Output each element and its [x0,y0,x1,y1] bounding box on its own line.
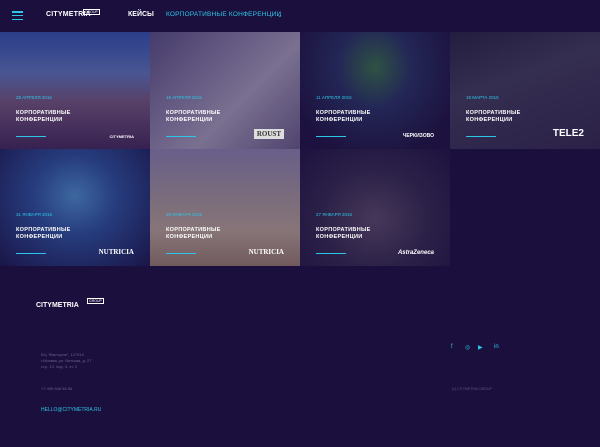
case-brand: TELE2 [552,128,584,139]
copyright: (c) CITYMETRIA GROUP [452,387,492,391]
case-tile[interactable]: 27 ЯНВАРЯ 2015 КОРПОРАТИВНЫЕ КОНФЕРЕНЦИИ… [300,149,450,266]
footer-address: БЦ "Фактория", 127015 г.Москва, ул. Вятс… [41,352,92,369]
case-date: 27 ЯНВАРЯ 2015 [316,212,353,217]
case-date: 31 ЯНВАРЯ 2015 [16,212,53,217]
case-tile[interactable]: 28 ЯНВАРЯ 2015 КОРПОРАТИВНЫЕ КОНФЕРЕНЦИИ… [150,149,300,266]
case-date: 15 АПРЕЛЯ 2015 [166,95,202,100]
case-category: КОРПОРАТИВНЫЕ КОНФЕРЕНЦИИ [316,110,371,123]
case-divider [166,136,196,137]
youtube-icon[interactable]: ▶ [478,344,483,351]
case-brand: AstraZeneca [397,250,434,256]
case-tile[interactable]: 15 АПРЕЛЯ 2015 КОРПОРАТИВНЫЕ КОНФЕРЕНЦИИ… [150,32,300,149]
case-tile[interactable]: 19 МАРТА 2015 КОРПОРАТИВНЫЕ КОНФЕРЕНЦИИ … [450,32,600,149]
case-category: КОРПОРАТИВНЫЕ КОНФЕРЕНЦИИ [166,110,221,123]
case-divider [166,253,196,254]
case-date: 19 МАРТА 2015 [466,95,499,100]
case-divider [316,136,346,137]
case-category: КОРПОРАТИВНЫЕ КОНФЕРЕНЦИИ [316,227,371,240]
case-date: 28 АПРЕЛЯ 2016 [16,95,52,100]
case-brand: NUTRICIA [98,248,134,256]
linkedin-icon[interactable]: in [494,344,499,350]
case-brand: ROUST [253,129,284,139]
footer-email[interactable]: HELLO@CITYMETRIA.RU [41,407,101,413]
case-tile[interactable]: 11 АПРЕЛЯ 2015 КОРПОРАТИВНЫЕ КОНФЕРЕНЦИИ… [300,32,450,149]
case-divider [16,136,46,137]
case-tile[interactable]: 28 АПРЕЛЯ 2016 КОРПОРАТИВНЫЕ КОНФЕРЕНЦИИ… [0,32,150,149]
case-category: КОРПОРАТИВНЫЕ КОНФЕРЕНЦИИ [16,110,71,123]
case-category: КОРПОРАТИВНЫЕ КОНФЕРЕНЦИИ [466,110,521,123]
case-divider [16,253,46,254]
case-date: 28 ЯНВАРЯ 2015 [166,212,203,217]
case-divider [316,253,346,254]
nav-cases[interactable]: КЕЙСЫ [128,11,154,18]
footer-phone[interactable]: +7 495 646 55 56 [41,386,72,391]
instagram-icon[interactable]: ◎ [465,344,470,351]
footer-logo-badge: GROUP [87,298,104,304]
footer-logo[interactable]: CITYMETRIA [36,302,79,309]
chevron-down-icon[interactable]: ⌄ [277,11,283,19]
nav-corporate-conferences[interactable]: КОРПОРАТИВНЫЕ КОНФЕРЕНЦИИ [166,11,281,18]
case-tile[interactable]: 31 ЯНВАРЯ 2015 КОРПОРАТИВНЫЕ КОНФЕРЕНЦИИ… [0,149,150,266]
case-brand: NUTRICIA [248,248,284,256]
case-divider [466,136,496,137]
site-header: CITYMETRIA GROUP КЕЙСЫ КОРПОРАТИВНЫЕ КОН… [0,0,600,32]
hamburger-menu-icon[interactable] [12,11,23,21]
facebook-icon[interactable]: f [451,344,453,350]
logo-badge: GROUP [83,9,100,15]
case-date: 11 АПРЕЛЯ 2015 [316,95,352,100]
case-category: КОРПОРАТИВНЫЕ КОНФЕРЕНЦИИ [16,227,71,240]
case-brand: ЧЕРКИЗОВО [402,133,434,139]
case-category: КОРПОРАТИВНЫЕ КОНФЕРЕНЦИИ [166,227,221,240]
case-brand: CITYMETRIA [109,134,134,139]
